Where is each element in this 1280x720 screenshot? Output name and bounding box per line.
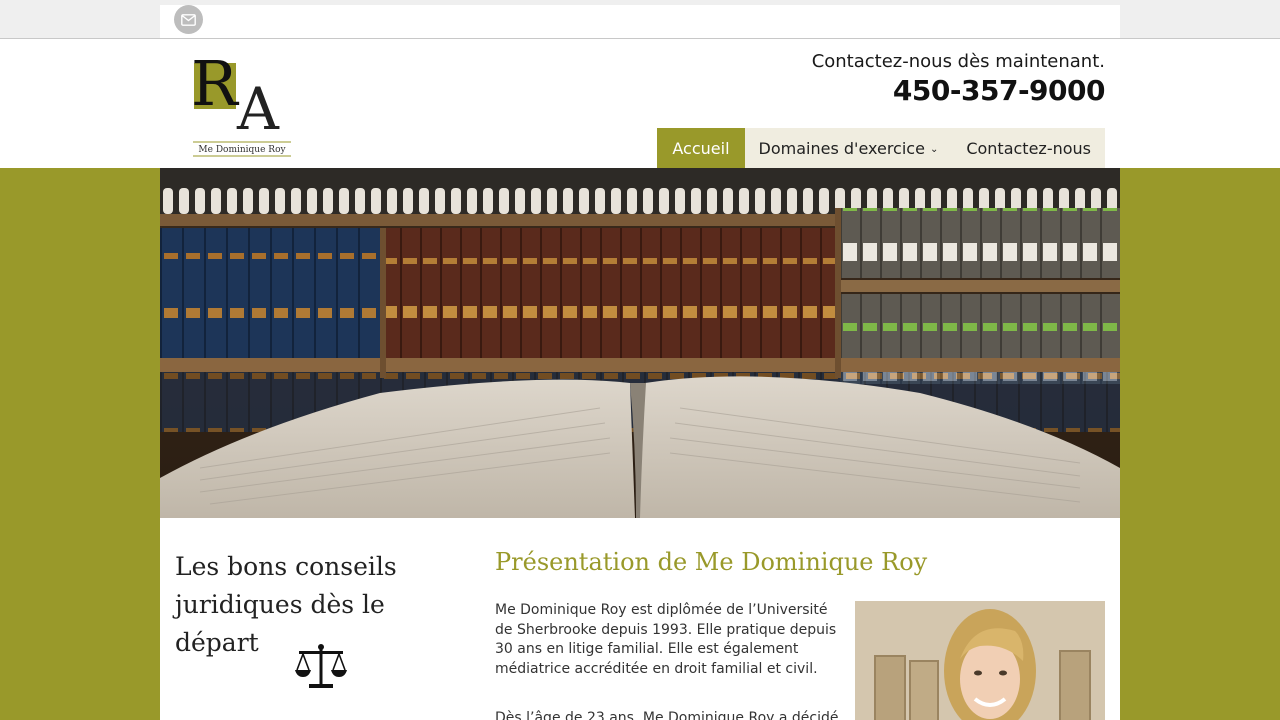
lawyer-portrait <box>855 601 1105 720</box>
top-strip <box>0 0 1280 39</box>
section-title: Présentation de Me Dominique Roy <box>495 548 928 576</box>
hero-image <box>160 168 1120 518</box>
nav-label: Accueil <box>672 138 730 158</box>
nav-label: Domaines d'exercice <box>758 138 925 158</box>
main-nav: Accueil Domaines d'exercice ⌄ Contactez-… <box>657 128 1105 168</box>
content-area: Les bons conseils juridiques dès le dépa… <box>160 518 1120 720</box>
nav-label: Contactez-nous <box>966 138 1091 158</box>
chevron-down-icon: ⌄ <box>929 144 939 155</box>
phone-number[interactable]: 450-357-9000 <box>893 74 1106 107</box>
mail-icon[interactable] <box>174 5 203 34</box>
intro-paragraph: Me Dominique Roy est diplômée de l’Unive… <box>495 602 837 677</box>
logo-letter-a: A <box>236 75 280 143</box>
nav-item-accueil[interactable]: Accueil <box>657 128 745 168</box>
nav-item-domaines[interactable]: Domaines d'exercice ⌄ <box>744 128 953 168</box>
second-paragraph: Dès l’âge de 23 ans, Me Dominique Roy a … <box>495 710 839 720</box>
logo-name: Me Dominique Roy <box>198 145 286 155</box>
nav-item-contact[interactable]: Contactez-nous <box>952 128 1105 168</box>
scales-of-justice-icon <box>295 642 347 692</box>
top-strip-inner <box>160 5 1120 38</box>
logo-letter-r: R <box>193 49 240 120</box>
site-header: R A Me Dominique Roy Contactez-nous dès … <box>0 39 1280 168</box>
site-logo[interactable]: R A Me Dominique Roy <box>191 47 293 159</box>
main-column: Présentation de Me Dominique Roy <box>495 548 1105 576</box>
contact-text: Contactez-nous dès maintenant. <box>811 51 1105 72</box>
